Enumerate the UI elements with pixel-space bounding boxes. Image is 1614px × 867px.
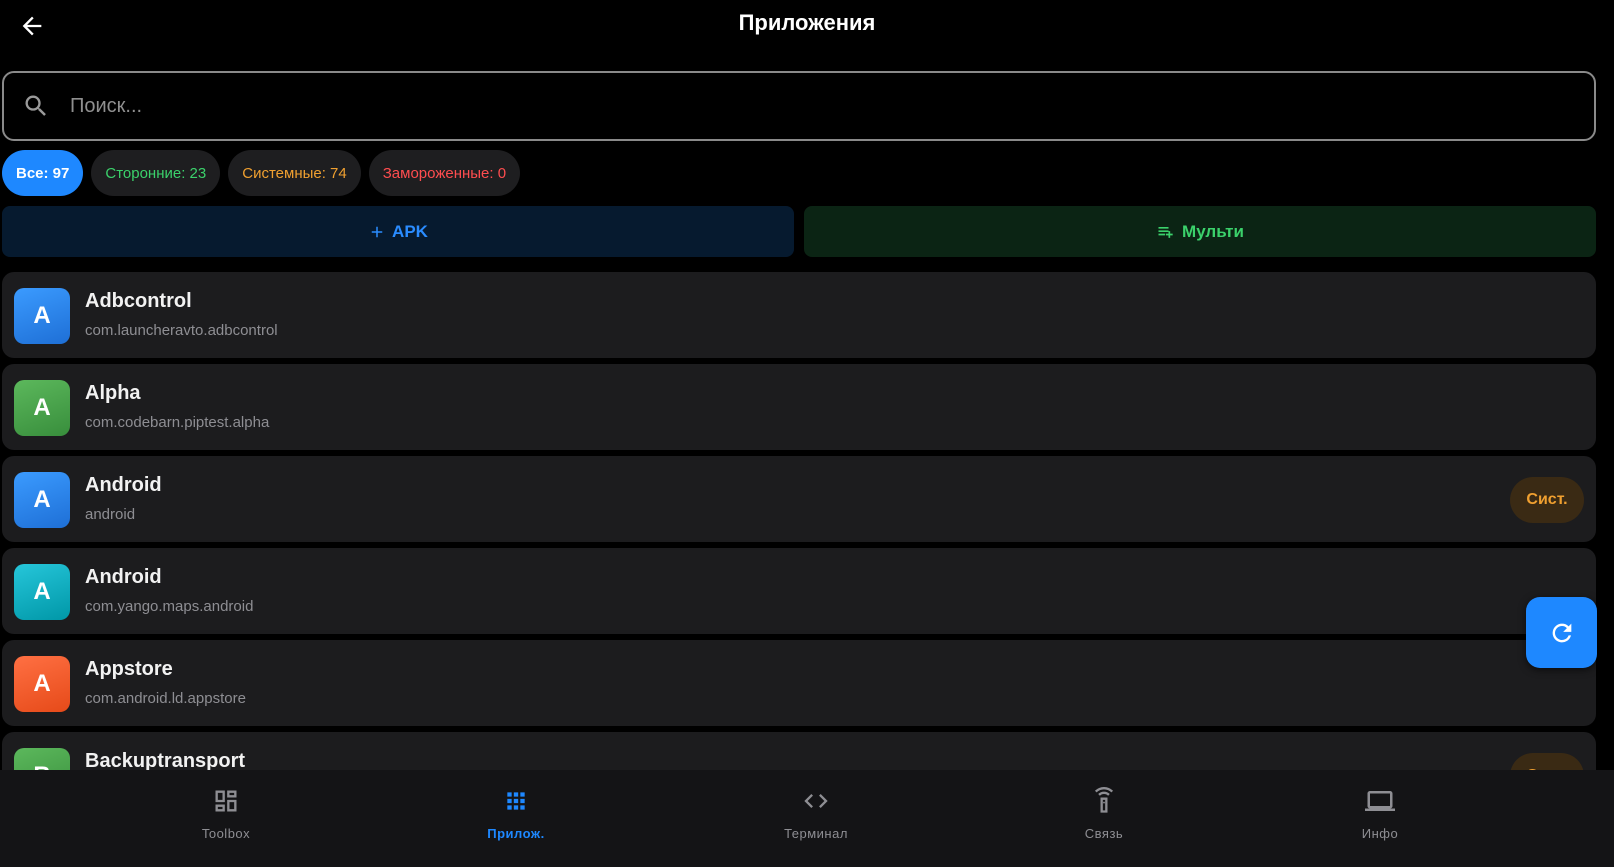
app-letter-icon: A <box>14 380 70 436</box>
app-name: Android <box>85 566 162 588</box>
nav-label: Терминал <box>784 826 848 841</box>
filter-chips: Все: 97 Сторонние: 23 Системные: 74 Замо… <box>2 150 521 196</box>
app-name: Android <box>85 474 162 496</box>
filter-chip-third-party[interactable]: Сторонние: 23 <box>91 150 221 196</box>
nav-item-terminal[interactable]: Терминал <box>716 770 916 867</box>
app-package: com.codebarn.piptest.alpha <box>85 414 270 431</box>
search-input[interactable] <box>70 73 1594 139</box>
top-bar: Приложения <box>0 0 1614 52</box>
nav-label: Инфо <box>1361 826 1399 841</box>
app-letter-icon: A <box>14 564 70 620</box>
nav-item-apps[interactable]: Прилож. <box>416 770 616 867</box>
app-name: Alpha <box>85 382 141 404</box>
app-package: com.launcheravto.adbcontrol <box>85 322 278 339</box>
apps-grid-icon <box>507 792 525 810</box>
app-package: android <box>85 506 136 523</box>
nav-item-info[interactable]: Инфо <box>1280 770 1480 867</box>
remote-icon <box>1094 787 1114 813</box>
code-icon <box>804 794 828 808</box>
app-letter-icon: A <box>14 472 70 528</box>
system-badge: Сист. <box>1510 477 1584 523</box>
app-list: A Adbcontrol com.launcheravto.adbcontrol… <box>2 272 1596 770</box>
app-name: Backuptransport <box>85 750 246 770</box>
nav-item-toolbox[interactable]: Toolbox <box>126 770 326 867</box>
search-icon <box>25 95 46 116</box>
action-buttons: APK Мульти <box>2 206 1596 257</box>
search-bar[interactable] <box>2 71 1596 141</box>
app-letter-icon: B <box>14 748 70 770</box>
app-row-backuptransport[interactable]: B Backuptransport Сист. <box>2 732 1596 770</box>
dashboard-icon <box>215 790 237 812</box>
app-package: com.android.ld.appstore <box>85 690 246 707</box>
app-row-android-yango[interactable]: A Android com.yango.maps.android <box>2 548 1596 634</box>
system-badge: Сист. <box>1510 753 1584 770</box>
multi-select-button[interactable]: Мульти <box>804 206 1596 257</box>
playlist-add-icon <box>1158 226 1173 238</box>
laptop-icon <box>1365 791 1395 811</box>
filter-chip-all[interactable]: Все: 97 <box>2 150 84 196</box>
plus-icon <box>371 226 383 237</box>
multi-select-label: Мульти <box>1182 221 1244 241</box>
bottom-navigation: Toolbox Прилож. Терминал Связь Инфо <box>0 770 1614 867</box>
refresh-icon <box>1552 623 1571 642</box>
nav-item-connection[interactable]: Связь <box>1004 770 1204 867</box>
install-apk-button[interactable]: APK <box>2 206 794 257</box>
nav-label: Связь <box>1084 826 1124 841</box>
filter-chip-system[interactable]: Системные: 74 <box>228 150 361 196</box>
app-name: Appstore <box>85 658 173 680</box>
install-apk-label: APK <box>392 221 428 241</box>
app-row-appstore[interactable]: A Appstore com.android.ld.appstore <box>2 640 1596 726</box>
app-name: Adbcontrol <box>85 290 192 312</box>
nav-label: Прилож. <box>487 826 545 841</box>
refresh-button[interactable] <box>1526 597 1597 668</box>
app-letter-icon: A <box>14 656 70 712</box>
page-title: Приложения <box>738 10 876 35</box>
app-row-adbcontrol[interactable]: A Adbcontrol com.launcheravto.adbcontrol <box>2 272 1596 358</box>
app-package: com.yango.maps.android <box>85 598 254 615</box>
filter-chip-frozen[interactable]: Замороженные: 0 <box>368 150 521 196</box>
app-letter-icon: A <box>14 288 70 344</box>
nav-label: Toolbox <box>201 826 251 841</box>
app-row-alpha[interactable]: A Alpha com.codebarn.piptest.alpha <box>2 364 1596 450</box>
app-row-android-system[interactable]: A Android android Сист. <box>2 456 1596 542</box>
